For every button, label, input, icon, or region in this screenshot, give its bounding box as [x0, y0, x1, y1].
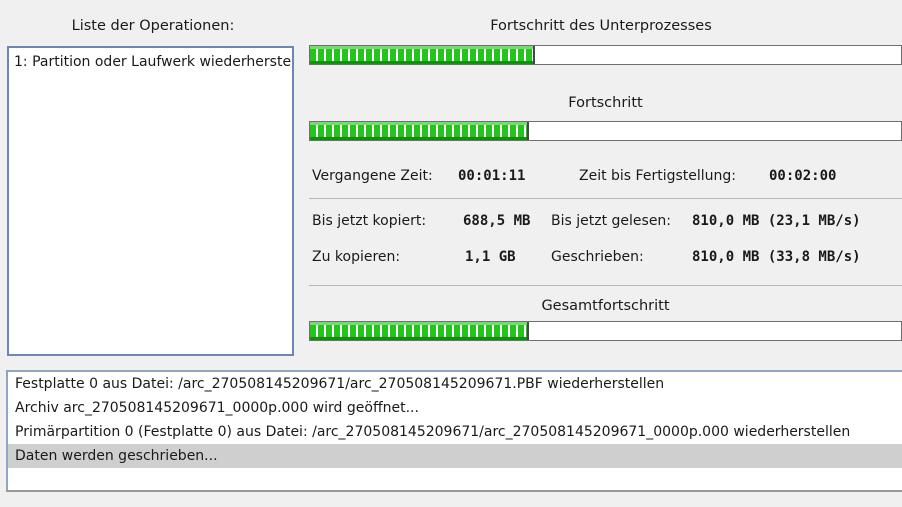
main-progress-bar: [309, 121, 902, 141]
total-progress-bar: [309, 321, 902, 341]
to-copy-label: Zu kopieren:: [312, 249, 401, 265]
remaining-time-label: Zeit bis Fertigstellung:: [579, 168, 737, 184]
copied-label: Bis jetzt kopiert:: [312, 213, 427, 229]
subprocess-progress-bar: [309, 45, 902, 65]
log-line[interactable]: Primärpartition 0 (Festplatte 0) aus Dat…: [8, 420, 902, 444]
written-value: 810,0 MB (33,8 MB/s): [692, 249, 861, 265]
read-value: 810,0 MB (23,1 MB/s): [692, 213, 861, 229]
operation-item[interactable]: 1: Partition oder Laufwerk wiederherstel…: [9, 48, 292, 70]
elapsed-time-label: Vergangene Zeit:: [312, 168, 433, 184]
remaining-time-value: 00:02:00: [769, 168, 837, 184]
log-line[interactable]: Archiv arc_270508145209671_0000p.000 wir…: [8, 396, 902, 420]
separator: [309, 198, 902, 199]
subprocess-progress-header: Fortschritt des Unterprozesses: [490, 18, 712, 34]
copied-value: 688,5 MB: [463, 213, 531, 229]
progress-label: Fortschritt: [568, 95, 643, 111]
log-list[interactable]: Festplatte 0 aus Datei: /arc_27050814520…: [6, 370, 902, 492]
main-progress-fill: [310, 122, 529, 140]
read-label: Bis jetzt gelesen:: [551, 213, 672, 229]
written-label: Geschrieben:: [551, 249, 644, 265]
operations-list[interactable]: 1: Partition oder Laufwerk wiederherstel…: [7, 46, 294, 356]
log-line[interactable]: Festplatte 0 aus Datei: /arc_27050814520…: [8, 372, 902, 396]
total-progress-fill: [310, 322, 529, 340]
operations-list-header: Liste der Operationen:: [71, 18, 235, 34]
to-copy-value: 1,1 GB: [465, 249, 516, 265]
elapsed-time-value: 00:01:11: [458, 168, 526, 184]
subprocess-progress-fill: [310, 46, 535, 64]
log-bottom-border: [6, 490, 902, 492]
total-progress-label: Gesamtfortschritt: [541, 298, 670, 314]
separator: [309, 285, 902, 286]
log-line-selected[interactable]: Daten werden geschrieben...: [8, 444, 902, 468]
